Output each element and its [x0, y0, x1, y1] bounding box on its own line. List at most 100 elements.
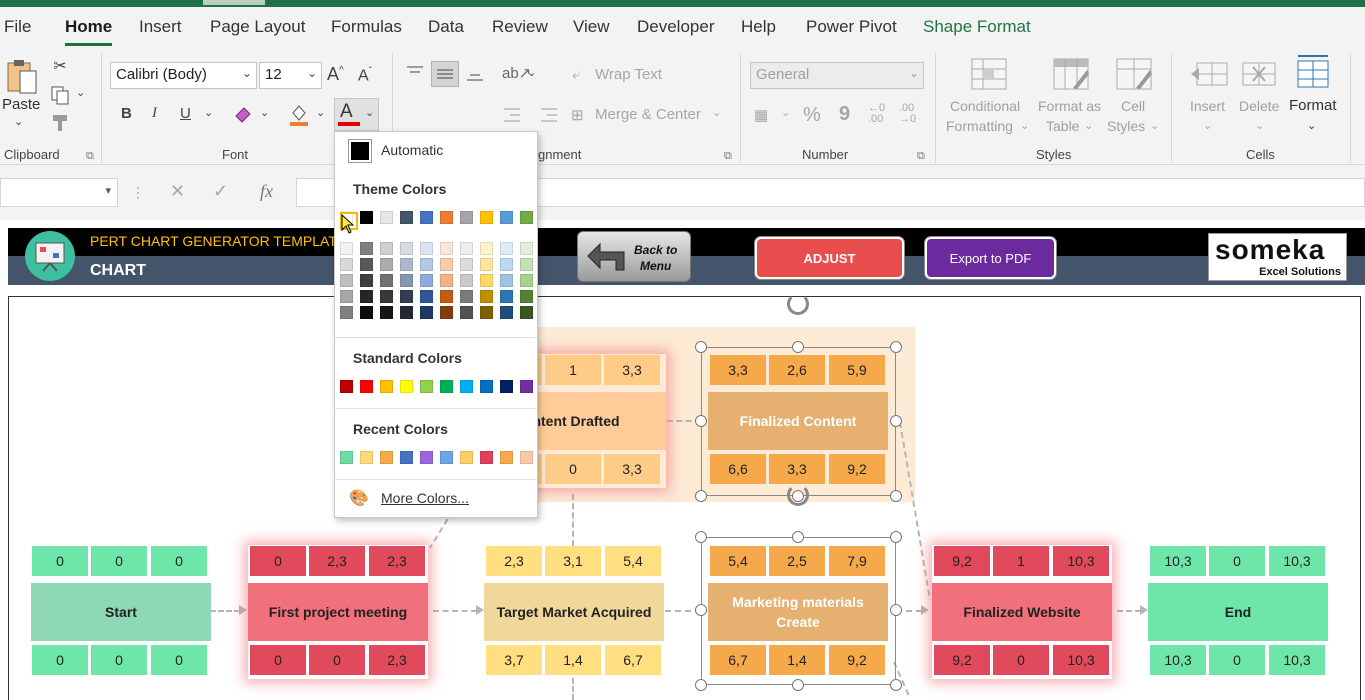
theme-shade-swatch[interactable] [440, 306, 453, 319]
theme-shade-swatch[interactable] [500, 274, 513, 287]
theme-shade-swatch[interactable] [500, 258, 513, 271]
adjust-button[interactable]: ADJUST [755, 237, 904, 279]
format-as-table-label2[interactable]: Table [1046, 116, 1079, 136]
align-top-icon[interactable] [403, 62, 427, 84]
resize-handle[interactable] [695, 531, 707, 543]
theme-color-swatch[interactable] [380, 211, 393, 224]
resize-handle[interactable] [890, 415, 902, 427]
resize-handle[interactable] [792, 531, 804, 543]
standard-color-swatch[interactable] [480, 380, 493, 393]
resize-handle[interactable] [695, 679, 707, 691]
pert-node-start[interactable]: 0 0 0 Start 0 0 0 [31, 545, 211, 679]
recent-color-swatch[interactable] [340, 451, 353, 464]
resize-handle[interactable] [890, 679, 902, 691]
theme-shade-swatch[interactable] [380, 242, 393, 255]
delete-cells-icon[interactable] [1240, 57, 1282, 91]
resize-handle[interactable] [792, 679, 804, 691]
standard-color-swatch[interactable] [460, 380, 473, 393]
cell-styles-icon[interactable] [1115, 57, 1153, 91]
align-bottom-icon[interactable] [463, 64, 487, 86]
theme-shade-swatch[interactable] [520, 274, 533, 287]
theme-shade-swatch[interactable] [480, 306, 493, 319]
theme-shade-swatch[interactable] [440, 274, 453, 287]
number-format-dropdown[interactable]: General ⌄ [750, 62, 924, 89]
delete-cells-label[interactable]: Delete [1239, 96, 1279, 116]
standard-color-swatch[interactable] [500, 380, 513, 393]
increase-indent-icon[interactable] [538, 104, 560, 126]
export-pdf-button[interactable]: Export to PDF [925, 237, 1056, 279]
conditional-formatting-label2[interactable]: Formatting [946, 116, 1013, 136]
theme-shade-swatch[interactable] [460, 258, 473, 271]
tab-insert[interactable]: Insert [139, 17, 182, 37]
theme-shade-swatch[interactable] [400, 242, 413, 255]
theme-color-swatch[interactable] [420, 211, 433, 224]
theme-color-swatch[interactable] [460, 211, 473, 224]
insert-cells-icon[interactable] [1188, 57, 1230, 91]
increase-decimal-icon[interactable]: ←0.00 [868, 103, 885, 125]
theme-shade-swatch[interactable] [500, 242, 513, 255]
align-middle-icon[interactable] [431, 61, 459, 87]
font-size-dropdown[interactable]: 12 ⌄ [259, 62, 322, 89]
number-launcher-icon[interactable]: ⧉ [917, 146, 925, 166]
tab-help[interactable]: Help [741, 17, 776, 37]
cell-styles-label2[interactable]: Styles [1107, 116, 1145, 136]
resize-handle[interactable] [695, 490, 707, 502]
recent-color-swatch[interactable] [460, 451, 473, 464]
font-color-icon[interactable]: A [340, 101, 353, 123]
theme-color-swatch[interactable] [400, 211, 413, 224]
resize-handle[interactable] [695, 415, 707, 427]
back-to-menu-button[interactable]: Back to Menu [577, 231, 691, 282]
fill-dropdown-icon[interactable]: ⌄ [316, 106, 325, 119]
automatic-color-option[interactable]: Automatic [381, 142, 443, 158]
theme-shade-swatch[interactable] [400, 258, 413, 271]
clear-dropdown-icon[interactable]: ⌄ [260, 106, 269, 119]
tab-review[interactable]: Review [492, 17, 548, 37]
theme-shade-swatch[interactable] [380, 274, 393, 287]
conditional-formatting-icon[interactable] [970, 57, 1008, 91]
format-table-dropdown-icon[interactable]: ⌄ [1084, 116, 1093, 136]
theme-shade-swatch[interactable] [360, 242, 373, 255]
percent-style-button[interactable]: % [803, 104, 821, 127]
tab-file[interactable]: File [4, 17, 31, 37]
theme-shade-swatch[interactable] [380, 290, 393, 303]
theme-color-swatch[interactable] [360, 211, 373, 224]
theme-shade-swatch[interactable] [360, 274, 373, 287]
theme-shade-swatch[interactable] [420, 290, 433, 303]
theme-shade-swatch[interactable] [400, 306, 413, 319]
paste-dropdown-icon[interactable]: ⌄ [14, 115, 23, 128]
theme-shade-swatch[interactable] [340, 258, 353, 271]
theme-shade-swatch[interactable] [440, 258, 453, 271]
format-cells-label[interactable]: Format [1289, 96, 1337, 116]
standard-color-swatch[interactable] [520, 380, 533, 393]
merge-dropdown-icon[interactable]: ⌄ [712, 106, 721, 119]
pert-node-target-market[interactable]: 2,3 3,1 5,4 Target Market Acquired 3,7 1… [484, 545, 664, 679]
theme-shade-swatch[interactable] [460, 290, 473, 303]
merge-center-button[interactable]: Merge & Center [595, 106, 701, 123]
theme-shade-swatch[interactable] [480, 258, 493, 271]
resize-handle[interactable] [695, 341, 707, 353]
cancel-entry-icon[interactable]: ✕ [170, 181, 185, 202]
theme-shade-swatch[interactable] [500, 306, 513, 319]
more-colors-option[interactable]: More Colors... [381, 490, 469, 506]
theme-shade-swatch[interactable] [420, 242, 433, 255]
cut-icon[interactable]: ✂ [49, 55, 71, 77]
underline-button[interactable]: U [180, 105, 191, 122]
theme-color-swatch[interactable] [480, 211, 493, 224]
theme-shade-swatch[interactable] [340, 306, 353, 319]
fill-color-icon[interactable] [287, 102, 311, 128]
standard-color-swatch[interactable] [400, 380, 413, 393]
recent-color-swatch[interactable] [380, 451, 393, 464]
comma-style-button[interactable]: 9 [839, 103, 850, 126]
theme-shade-swatch[interactable] [340, 242, 353, 255]
delete-dropdown-icon[interactable]: ⌄ [1255, 116, 1264, 136]
resize-handle[interactable] [695, 604, 707, 616]
theme-shade-swatch[interactable] [460, 306, 473, 319]
copy-icon[interactable] [48, 84, 72, 106]
italic-button[interactable]: I [152, 105, 157, 122]
tab-view[interactable]: View [573, 17, 610, 37]
copy-dropdown-icon[interactable]: ⌄ [76, 86, 85, 99]
font-color-dropdown-icon[interactable]: ⌄ [365, 106, 374, 119]
resize-handle[interactable] [792, 490, 804, 502]
decrease-decimal-icon[interactable]: .00 →0 [899, 103, 916, 125]
automatic-color-swatch[interactable] [348, 139, 372, 163]
